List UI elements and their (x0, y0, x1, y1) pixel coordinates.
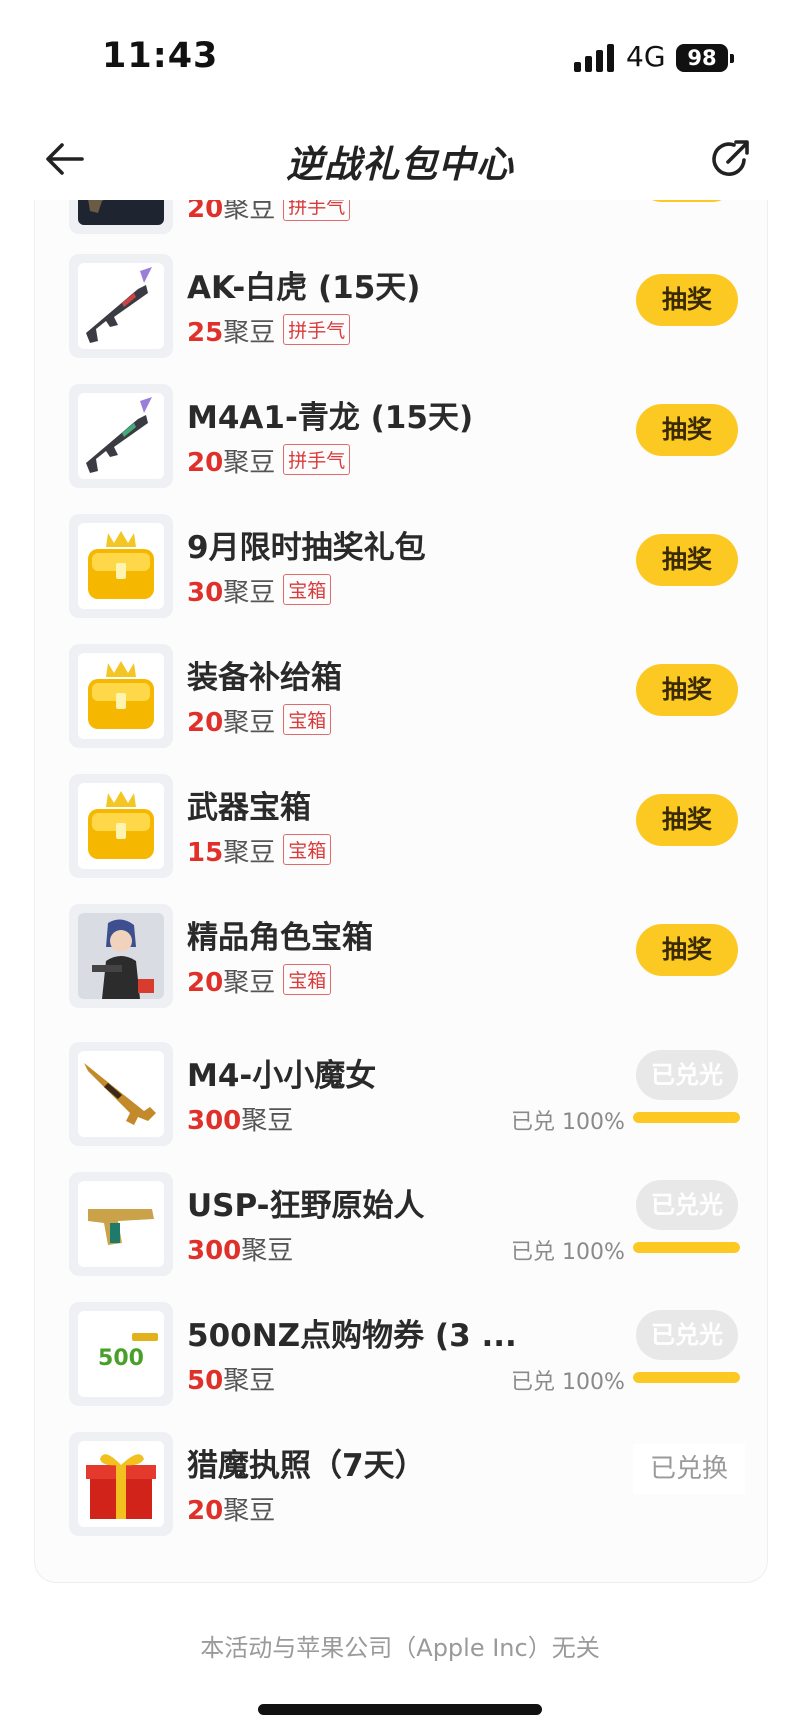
list-item: 9月限时抽奖礼包 30聚豆 宝箱 抽奖 (35, 514, 767, 644)
disclaimer-text: 本活动与苹果公司（Apple Inc）无关 (200, 1634, 600, 1662)
item-price: 15聚豆 宝箱 (187, 832, 332, 869)
gift-box-icon (78, 1441, 164, 1527)
item-name: 装备补给箱 (187, 660, 342, 696)
draw-button[interactable]: 抽奖 (636, 664, 738, 716)
item-thumbnail (69, 774, 173, 878)
battery-tip (730, 54, 734, 63)
progress-fill (633, 1372, 740, 1383)
draw-button[interactable]: 抽奖 (636, 274, 738, 326)
rifle-icon (78, 1051, 164, 1137)
item-name: M4-小小魔女 (187, 1058, 377, 1094)
item-price: 30聚豆 宝箱 (187, 572, 332, 609)
item-thumbnail: 500 (69, 1302, 173, 1406)
rifle-icon (78, 393, 164, 479)
progress-bar (633, 1372, 740, 1383)
progress-bar (633, 1242, 740, 1253)
progress-fill (633, 1112, 740, 1123)
item-thumbnail (69, 1042, 173, 1146)
item-thumbnail (69, 644, 173, 748)
list-item: 装备补给箱 20聚豆 宝箱 抽奖 (35, 644, 767, 774)
list-item: AK-白虎 (15天) 25聚豆 拼手气 抽奖 (35, 254, 767, 384)
rifle-icon (78, 263, 164, 349)
item-thumbnail (69, 904, 173, 1008)
signal-icon (574, 44, 616, 72)
svg-text:500: 500 (98, 1346, 144, 1371)
progress-label: 已兑 100% (511, 1110, 625, 1135)
network-type: 4G (626, 40, 666, 73)
progress-bar (633, 1112, 740, 1123)
item-name: M4A1-青龙 (15天) (187, 400, 474, 436)
item-price: 300聚豆 (187, 1236, 294, 1266)
item-thumbnail (69, 1432, 173, 1536)
sold-out-button[interactable]: 已兑光 (636, 1310, 738, 1360)
list-item: 精品角色宝箱 20聚豆 宝箱 抽奖 (35, 904, 767, 1034)
coupon-icon: 500 (78, 1311, 164, 1397)
list-item: 武器宝箱 15聚豆 宝箱 抽奖 (35, 774, 767, 904)
item-name: 猎魔执照（7天） (187, 1448, 426, 1484)
home-indicator (258, 1704, 542, 1715)
item-tag: 宝箱 (283, 574, 332, 605)
item-price: 20聚豆 宝箱 (187, 962, 332, 999)
item-tag: 拼手气 (283, 314, 351, 345)
draw-button[interactable]: 抽奖 (636, 534, 738, 586)
progress-fill (633, 1242, 740, 1253)
item-price: 20聚豆 (187, 1496, 276, 1526)
gift-list: 20聚豆拼手气 抽奖 AK-白虎 (15天) 25聚豆拼手气 抽奖 (34, 180, 768, 1583)
item-name: 精品角色宝箱 (187, 920, 373, 956)
item-thumbnail (69, 254, 173, 358)
character-icon (78, 913, 164, 999)
status-time: 11:43 (102, 36, 219, 76)
battery-icon: 98 (676, 44, 728, 72)
sold-out-button[interactable]: 已兑光 (636, 1050, 738, 1100)
item-tag: 拼手气 (283, 444, 351, 475)
item-thumbnail (69, 1172, 173, 1276)
item-name: 9月限时抽奖礼包 (187, 530, 426, 566)
page-title: 逆战礼包中心 (286, 143, 514, 186)
item-price: 20聚豆 拼手气 (187, 442, 351, 479)
item-thumbnail (69, 514, 173, 618)
draw-button[interactable]: 抽奖 (636, 794, 738, 846)
item-name: 500NZ点购物券 (3 ... (187, 1318, 517, 1354)
pistol-icon (78, 1181, 164, 1267)
nav-header: 逆战礼包中心 (0, 120, 800, 200)
draw-button[interactable]: 抽奖 (636, 924, 738, 976)
draw-button[interactable]: 抽奖 (636, 404, 738, 456)
treasure-chest-icon (78, 653, 164, 739)
item-tag: 宝箱 (283, 834, 332, 865)
item-name: AK-白虎 (15天) (187, 270, 421, 306)
status-bar: 11:43 4G 98 (0, 0, 800, 120)
item-name: 武器宝箱 (187, 790, 311, 826)
item-tag: 宝箱 (283, 964, 332, 995)
item-name: USP-狂野原始人 (187, 1188, 425, 1224)
item-price: 20聚豆 宝箱 (187, 702, 332, 739)
list-item: 猎魔执照（7天） 20聚豆 已兑换 (35, 1432, 767, 1582)
redeemed-status: 已兑换 (633, 1444, 745, 1494)
treasure-chest-icon (78, 783, 164, 869)
sold-out-button[interactable]: 已兑光 (636, 1180, 738, 1230)
treasure-chest-icon (78, 523, 164, 609)
progress-label: 已兑 100% (511, 1240, 625, 1265)
item-price: 50聚豆 (187, 1366, 276, 1396)
progress-label: 已兑 100% (511, 1370, 625, 1395)
list-item: M4A1-青龙 (15天) 20聚豆 拼手气 抽奖 (35, 384, 767, 514)
item-price: 25聚豆 拼手气 (187, 312, 351, 349)
item-tag: 宝箱 (283, 704, 332, 735)
item-price: 300聚豆 (187, 1106, 294, 1136)
share-icon[interactable] (706, 134, 756, 184)
item-thumbnail (69, 384, 173, 488)
